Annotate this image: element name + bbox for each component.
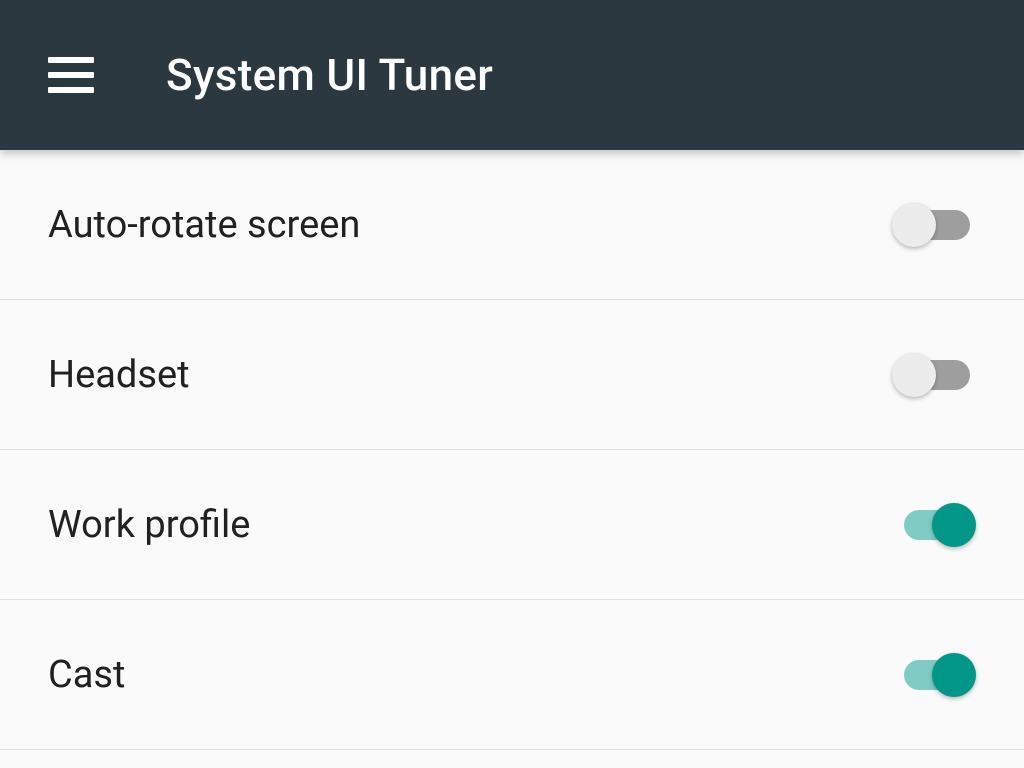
toggle-headset[interactable] <box>892 350 976 400</box>
hamburger-line <box>48 72 94 78</box>
page-title: System UI Tuner <box>166 49 493 101</box>
switch-thumb <box>932 503 976 547</box>
hamburger-line <box>48 57 94 63</box>
toggle-auto-rotate[interactable] <box>892 200 976 250</box>
setting-auto-rotate[interactable]: Auto-rotate screen <box>0 150 1024 300</box>
setting-headset[interactable]: Headset <box>0 300 1024 450</box>
toggle-work-profile[interactable] <box>892 500 976 550</box>
toolbar: System UI Tuner <box>0 0 1024 150</box>
setting-work-profile[interactable]: Work profile <box>0 450 1024 600</box>
hamburger-line <box>48 87 94 93</box>
setting-label: Auto-rotate screen <box>48 203 360 247</box>
setting-label: Headset <box>48 353 190 397</box>
toggle-cast[interactable] <box>892 650 976 700</box>
settings-list: Auto-rotate screen Headset Work profile … <box>0 150 1024 750</box>
switch-thumb <box>932 653 976 697</box>
switch-thumb <box>892 203 936 247</box>
setting-cast[interactable]: Cast <box>0 600 1024 750</box>
setting-label: Work profile <box>48 503 250 547</box>
hamburger-menu-icon[interactable] <box>48 57 94 93</box>
setting-label: Cast <box>48 653 125 697</box>
switch-thumb <box>892 353 936 397</box>
